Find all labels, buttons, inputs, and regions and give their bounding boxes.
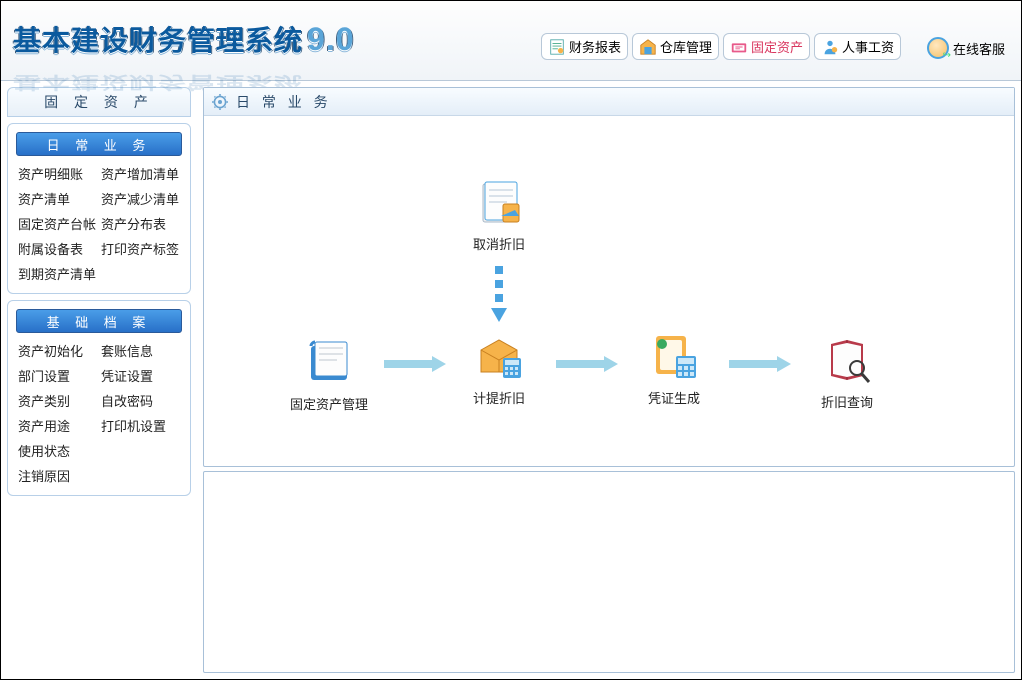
sidebar-link[interactable]: 资产用途 — [18, 416, 97, 435]
sidebar-link[interactable]: 部门设置 — [18, 366, 97, 385]
node-cancel-depreciation[interactable]: 取消折旧 — [454, 176, 544, 253]
nav-fixed-assets[interactable]: 固定资产 — [723, 33, 810, 60]
gear-icon — [212, 94, 228, 110]
sidebar-link[interactable]: 固定资产台帐 — [18, 214, 97, 233]
sidebar-link[interactable]: 到期资产清单 — [18, 264, 97, 283]
arrow-right-icon — [384, 354, 448, 374]
report-icon — [548, 38, 566, 56]
sidebar-section-daily: 日 常 业 务 资产明细账 资产清单 固定资产台帐 附属设备表 到期资产清单 资… — [7, 123, 191, 294]
top-nav: 财务报表 仓库管理 固定资产 人事工资 — [541, 33, 901, 60]
node-voucher-gen[interactable]: 凭证生成 — [629, 330, 719, 407]
nav-label: 财务报表 — [569, 37, 621, 56]
workflow-panel: 日 常 业 务 取消折旧 固定资产管理 — [203, 87, 1015, 467]
app-logo: 基本建设财务管理系统 9.0 — [13, 19, 355, 59]
sidebar-link[interactable]: 资产减少清单 — [101, 189, 180, 208]
sidebar-link[interactable]: 资产类别 — [18, 391, 97, 410]
sidebar-link[interactable]: 资产明细账 — [18, 164, 97, 183]
workflow-canvas: 取消折旧 固定资产管理 — [204, 116, 1014, 468]
node-label: 凭证生成 — [648, 388, 700, 407]
service-icon — [927, 37, 949, 59]
nav-label: 固定资产 — [751, 37, 803, 56]
node-depreciation-query[interactable]: 折旧查询 — [802, 334, 892, 411]
nav-label: 人事工资 — [842, 37, 894, 56]
app-version: 9.0 — [307, 21, 354, 58]
node-label: 固定资产管理 — [290, 394, 368, 413]
node-label: 计提折旧 — [473, 388, 525, 407]
nav-hr-salary[interactable]: 人事工资 — [814, 33, 901, 60]
app-header: 基本建设财务管理系统 9.0 基本建设财务管理系统 财务报表 仓库管理 固定资产 — [1, 1, 1021, 81]
sidebar: 固 定 资 产 日 常 业 务 资产明细账 资产清单 固定资产台帐 附属设备表 … — [1, 81, 197, 679]
sidebar-header-daily: 日 常 业 务 — [16, 132, 182, 156]
node-label: 取消折旧 — [473, 234, 525, 253]
sidebar-link[interactable]: 资产初始化 — [18, 341, 97, 360]
nav-warehouse[interactable]: 仓库管理 — [632, 33, 719, 60]
node-asset-manage[interactable]: 固定资产管理 — [284, 336, 374, 413]
voucher-calc-icon — [648, 330, 700, 382]
warehouse-icon — [639, 38, 657, 56]
sidebar-link[interactable]: 注销原因 — [18, 466, 97, 485]
sidebar-link[interactable]: 凭证设置 — [101, 366, 180, 385]
main-area: 日 常 业 务 取消折旧 固定资产管理 — [197, 81, 1021, 679]
arrow-right-icon — [729, 354, 793, 374]
node-label: 折旧查询 — [821, 392, 873, 411]
nav-finance-report[interactable]: 财务报表 — [541, 33, 628, 60]
sidebar-link[interactable]: 资产增加清单 — [101, 164, 180, 183]
nav-label: 仓库管理 — [660, 37, 712, 56]
sidebar-link[interactable]: 自改密码 — [101, 391, 180, 410]
sidebar-link[interactable]: 资产清单 — [18, 189, 97, 208]
sidebar-link[interactable]: 打印机设置 — [101, 416, 180, 435]
document-icon — [473, 176, 525, 228]
hr-icon — [821, 38, 839, 56]
node-depreciation[interactable]: 计提折旧 — [454, 330, 544, 407]
sidebar-link[interactable]: 打印资产标签 — [101, 239, 180, 258]
ledger-icon — [303, 336, 355, 388]
sidebar-link[interactable]: 套账信息 — [101, 341, 180, 360]
sidebar-link[interactable]: 资产分布表 — [101, 214, 180, 233]
online-service[interactable]: 在线客服 — [927, 37, 1005, 59]
lower-panel — [203, 471, 1015, 673]
app-title: 基本建设财务管理系统 — [13, 19, 303, 59]
box-calc-icon — [473, 330, 525, 382]
service-label: 在线客服 — [953, 39, 1005, 58]
panel-title: 日 常 业 务 — [236, 92, 332, 112]
sidebar-header-archive: 基 础 档 案 — [16, 309, 182, 333]
panel-header: 日 常 业 务 — [204, 88, 1014, 116]
asset-icon — [730, 38, 748, 56]
sidebar-link[interactable]: 附属设备表 — [18, 239, 97, 258]
arrow-down-icon — [489, 264, 509, 324]
book-search-icon — [821, 334, 873, 386]
arrow-right-icon — [556, 354, 620, 374]
sidebar-link[interactable]: 使用状态 — [18, 441, 97, 460]
sidebar-section-archive: 基 础 档 案 资产初始化 部门设置 资产类别 资产用途 使用状态 注销原因 套… — [7, 300, 191, 496]
